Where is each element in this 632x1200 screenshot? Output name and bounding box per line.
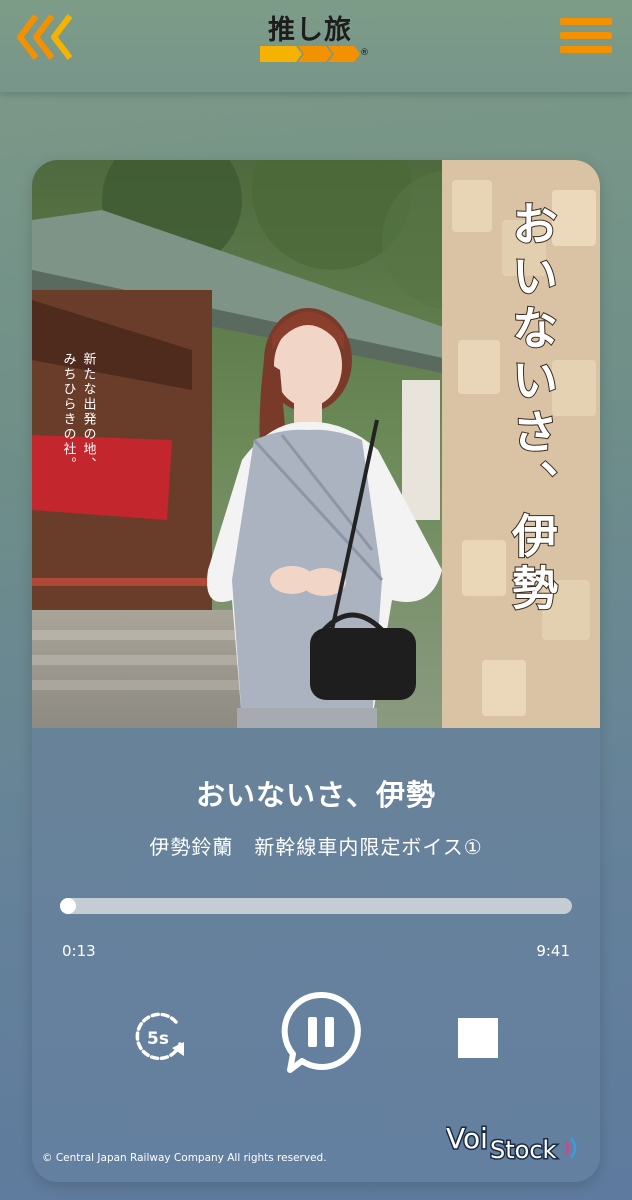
player-card: 新たな出発の地、 みちひらきの社。 おいないさ、伊勢 おいないさ、伊勢 伊勢鈴蘭… (32, 160, 600, 1182)
progress-fill (60, 898, 76, 914)
pause-icon (281, 991, 361, 1073)
rewind-5s-button[interactable]: 5s (132, 1008, 188, 1064)
cover-tagline-line1: 新たな出発の地、 (81, 351, 97, 472)
stop-button[interactable] (458, 1018, 498, 1058)
logo-text: 推し旅 (268, 15, 352, 46)
back-button[interactable] (16, 12, 76, 62)
copyright-text: © Central Japan Railway Company All righ… (42, 1152, 327, 1164)
pause-button[interactable] (280, 990, 362, 1076)
track-title: おいないさ、伊勢 (195, 778, 436, 812)
rewind-label: 5s (147, 1029, 169, 1049)
total-time: 9:41 (536, 942, 570, 960)
oshitabi-logo[interactable]: 推し旅 ® (256, 8, 376, 64)
track-subtitle: 伊勢鈴蘭 新幹線車内限定ボイス① (149, 835, 483, 859)
app-header: 推し旅 ® (0, 0, 632, 92)
brand-stock: Stock (490, 1136, 557, 1164)
hamburger-menu-icon[interactable] (560, 14, 612, 58)
album-cover: 新たな出発の地、 みちひらきの社。 おいないさ、伊勢 (32, 160, 600, 728)
progress-bar[interactable] (60, 898, 572, 914)
current-time: 0:13 (62, 942, 96, 960)
registered-mark: ® (360, 48, 369, 58)
voistock-logo[interactable]: Voi Stock (446, 1116, 580, 1166)
cover-headline: おいないさ、伊勢 (505, 200, 559, 616)
brand-voi: Voi (446, 1122, 488, 1155)
cover-tagline-line2: みちひらきの社。 (61, 352, 77, 472)
logo-arrow-bar (260, 46, 360, 62)
